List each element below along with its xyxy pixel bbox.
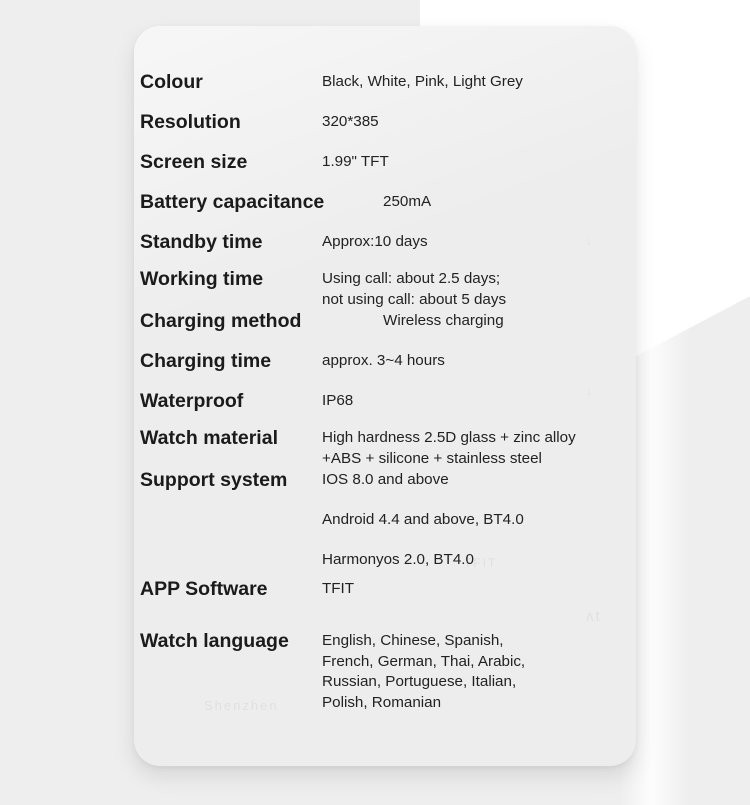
spec-value: IOS 8.0 and above — [322, 471, 449, 488]
spec-row: Standby time Approx:10 days — [134, 232, 636, 253]
spec-value: approx. 3~4 hours — [322, 352, 445, 369]
specification-list: Colour Black, White, Pink, Light Grey Reso… — [134, 26, 636, 766]
spec-row: Battery capacitance 250mA — [134, 192, 636, 213]
spec-value: 320*385 — [322, 113, 379, 130]
spec-value: Wireless charging — [383, 312, 504, 329]
spec-label: Working time — [140, 268, 264, 290]
spec-label: Screen size — [140, 151, 248, 173]
spec-row: Charging method Wireless charging — [134, 311, 636, 332]
spec-label: Watch material — [140, 427, 278, 449]
spec-value: 1.99" TFT — [322, 153, 389, 170]
spec-row: Harmonyos 2.0, BT4.0 — [134, 550, 636, 571]
spec-row: Watch language English, Chinese, Spanish,… — [134, 631, 636, 713]
spec-row: Screen size 1.99" TFT — [134, 152, 636, 173]
spec-value: IP68 — [322, 392, 354, 409]
spec-value: English, Chinese, Spanish, French, Germa… — [322, 632, 526, 711]
spec-label: Charging time — [140, 350, 272, 372]
spec-label: APP Software — [140, 578, 268, 600]
spec-row: Colour Black, White, Pink, Light Grey — [134, 72, 636, 93]
spec-label: Charging method — [140, 310, 302, 332]
spec-label: Battery capacitance — [140, 191, 325, 213]
spec-label: Waterproof — [140, 390, 244, 412]
spec-label: Watch language — [140, 630, 289, 652]
spec-row: Charging time approx. 3~4 hours — [134, 351, 636, 372]
spec-label: Support system — [140, 469, 288, 491]
spec-value: Approx:10 days — [322, 233, 428, 250]
spec-row: Support system IOS 8.0 and above — [134, 470, 636, 491]
spec-row: Android 4.4 and above, BT4.0 — [134, 510, 636, 531]
spec-value: TFIT — [322, 580, 355, 597]
spec-label: Standby time — [140, 231, 263, 253]
spec-label: Colour — [140, 71, 203, 93]
spec-value: Android 4.4 and above, BT4.0 — [322, 511, 524, 528]
spec-value: Using call: about 2.5 days; not using ca… — [322, 270, 507, 308]
spec-value: Black, White, Pink, Light Grey — [322, 73, 523, 90]
spec-value: High hardness 2.5D glass + zinc alloy +A… — [322, 429, 576, 467]
spec-row: Resolution 320*385 — [134, 112, 636, 133]
spec-value: 250mA — [383, 193, 432, 210]
spec-row: APP Software TFIT — [134, 579, 636, 600]
specification-card: Shenzhen TFIT ↓ ↓ ʌt Colour Black, White,… — [134, 26, 636, 766]
spec-row: Watch material High hardness 2.5D glass +… — [134, 428, 636, 469]
spec-label: Resolution — [140, 111, 241, 133]
spec-value: Harmonyos 2.0, BT4.0 — [322, 551, 474, 568]
spec-row: Working time Using call: about 2.5 days; … — [134, 269, 636, 310]
spec-row: Waterproof IP68 — [134, 391, 636, 412]
